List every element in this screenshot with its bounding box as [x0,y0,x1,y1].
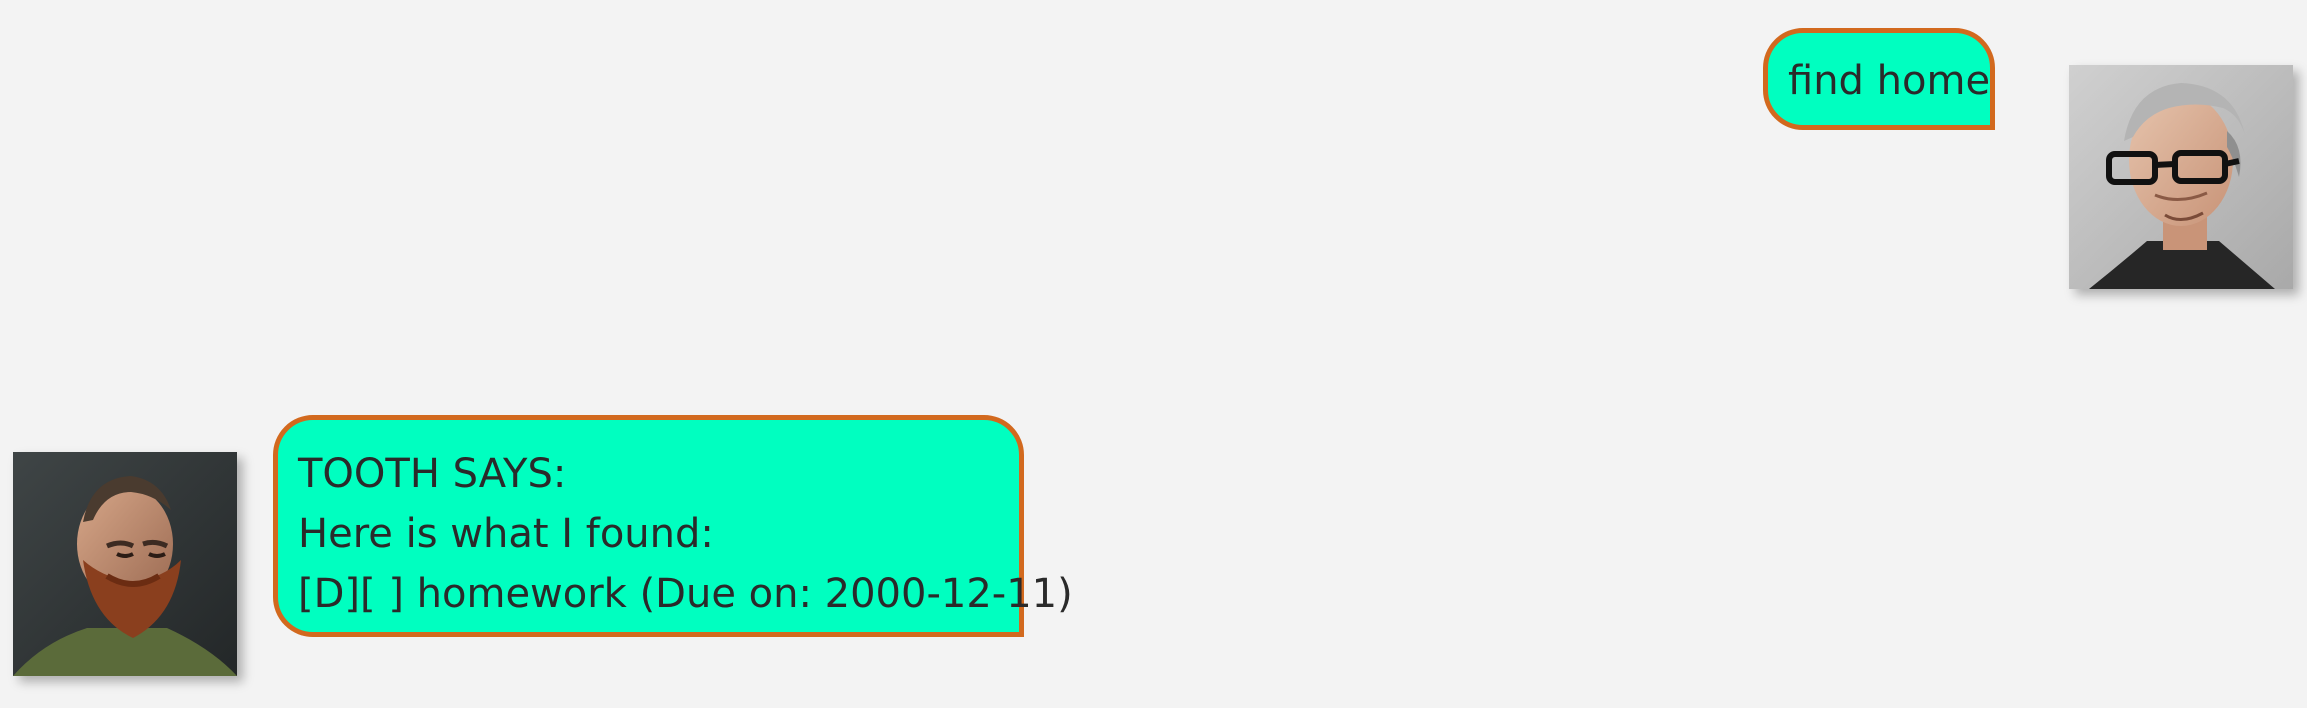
bot-message-bubble: TOOTH SAYS: Here is what I found: [D][ ]… [273,415,1073,637]
user-avatar-icon [2069,65,2293,289]
bot-message-line-1: TOOTH SAYS: [298,451,567,497]
bot-message-line-3: [D][ ] homework (Due on: 2000-12-11) [298,571,1073,617]
user-message-bubble: find home [1763,28,1995,130]
bot-avatar-icon [13,452,237,676]
user-message-text: find home [1788,58,1991,104]
bot-avatar [13,452,237,676]
bot-message-line-2: Here is what I found: [298,511,714,557]
user-avatar [2069,65,2293,289]
